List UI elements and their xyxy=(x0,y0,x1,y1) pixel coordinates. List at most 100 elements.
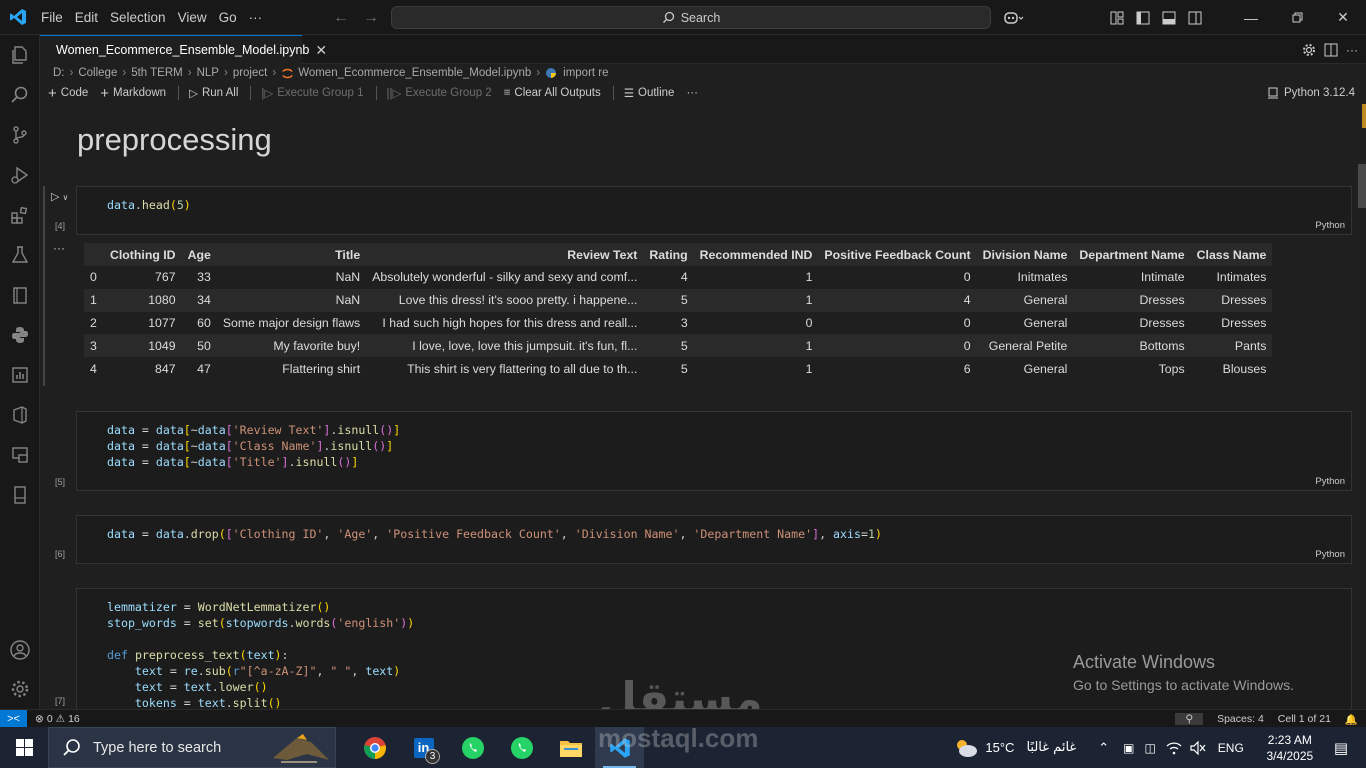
table-cell: 3 xyxy=(84,334,104,358)
add-code-cell-button[interactable]: + Code xyxy=(48,85,88,102)
outline-button[interactable]: ☰ Outline xyxy=(624,86,675,100)
remote-explorer-icon[interactable] xyxy=(0,435,40,475)
notifications-bell-icon[interactable]: 🔔 xyxy=(1345,713,1358,726)
search-view-icon[interactable] xyxy=(0,75,40,115)
taskbar-search-box[interactable]: Type here to search xyxy=(48,727,336,768)
indentation-status[interactable]: Spaces: 4 xyxy=(1217,713,1264,725)
start-button[interactable] xyxy=(0,727,48,768)
breadcrumb-term[interactable]: 5th TERM xyxy=(131,67,183,79)
device-icon[interactable] xyxy=(0,475,40,515)
zoom-icon[interactable]: ⚲ xyxy=(1175,713,1204,725)
back-arrow-icon[interactable]: ← xyxy=(333,9,349,27)
outline-icon: ☰ xyxy=(623,88,635,100)
whatsapp-app[interactable] xyxy=(448,727,497,768)
menu-view[interactable]: View xyxy=(172,0,213,35)
clear-all-outputs-label: Clear All Outputs xyxy=(514,87,601,99)
extensions-icon[interactable] xyxy=(0,195,40,235)
minimize-button[interactable]: — xyxy=(1228,0,1274,35)
menu-file[interactable]: File xyxy=(35,0,69,35)
code-cell-editor[interactable]: data.head(5) Python xyxy=(76,186,1352,235)
cell-position-status[interactable]: Cell 1 of 21 xyxy=(1278,713,1331,725)
run-all-button[interactable]: ▷ Run All xyxy=(189,86,238,100)
menu-go[interactable]: Go xyxy=(213,0,243,35)
settings-gear-icon[interactable] xyxy=(0,669,40,709)
wifi-icon[interactable] xyxy=(1166,741,1182,755)
table-cell: 0 xyxy=(963,270,971,285)
clear-all-outputs-button[interactable]: ≡ Clear All Outputs xyxy=(504,87,601,99)
notebook-settings-gear-icon[interactable] xyxy=(1302,43,1316,57)
weather-temp[interactable]: 15°C xyxy=(985,740,1014,755)
code-cell-editor[interactable]: data = data[~data['Review Text'].isnull(… xyxy=(76,411,1352,491)
menu-edit[interactable]: Edit xyxy=(69,0,104,35)
notebook-icon[interactable] xyxy=(0,275,40,315)
close-tab-icon[interactable]: ✕ xyxy=(315,42,327,59)
tab-notebook[interactable]: Women_Ecommerce_Ensemble_Model.ipynb ✕ xyxy=(40,35,327,64)
scrollbar-thumb[interactable] xyxy=(1358,164,1366,208)
run-cell-button[interactable]: ▷ ∨ xyxy=(51,190,68,203)
forward-arrow-icon[interactable]: → xyxy=(363,9,379,27)
execute-group-1-button[interactable]: |▷ Execute Group 1 xyxy=(261,86,363,100)
chrome-app[interactable] xyxy=(350,727,399,768)
remote-indicator-icon[interactable]: >< xyxy=(0,709,27,728)
problems-indicator[interactable]: ⊗ 0 ⚠ 16 xyxy=(35,713,80,725)
explorer-icon[interactable] xyxy=(0,35,40,75)
source-control-icon[interactable] xyxy=(0,115,40,155)
notification-center-icon[interactable]: ▤ xyxy=(1334,739,1348,757)
table-cell: Blouses xyxy=(1222,361,1267,376)
show-hidden-icons-chevron-icon[interactable]: ⌃ xyxy=(1098,740,1109,756)
toggle-panel-icon[interactable] xyxy=(1156,0,1182,35)
clock[interactable]: 2:23 AM 3/4/2025 xyxy=(1252,732,1328,764)
menu-selection[interactable]: Selection xyxy=(104,0,172,35)
code-cell-editor[interactable]: data = data.drop(['Clothing ID', 'Age', … xyxy=(76,515,1352,564)
folder-icon xyxy=(559,740,582,757)
toggle-secondary-sidebar-icon[interactable] xyxy=(1182,0,1208,35)
close-window-button[interactable]: ✕ xyxy=(1320,0,1366,35)
table-row: 4 847 47 Flattering shirt This shirt is … xyxy=(84,357,1272,380)
breadcrumb-symbol[interactable]: import re xyxy=(563,67,608,79)
windows-logo-icon xyxy=(15,739,33,756)
accounts-icon[interactable] xyxy=(0,630,40,670)
file-explorer-app[interactable] xyxy=(546,727,595,768)
volume-muted-icon[interactable] xyxy=(1190,740,1206,755)
menu-more[interactable]: ··· xyxy=(243,0,269,35)
kernel-picker[interactable]: Python 3.12.4 xyxy=(1267,83,1355,103)
linkedin-app[interactable]: in 3 xyxy=(399,727,448,768)
code-text: data.head(5) xyxy=(107,198,191,212)
network-device-icon[interactable]: ◫ xyxy=(1144,741,1155,755)
customize-layout-icon[interactable] xyxy=(1104,0,1130,35)
activate-windows-watermark: Activate Windows Go to Settings to activ… xyxy=(1073,652,1294,693)
editor-more-icon[interactable]: ··· xyxy=(1346,43,1358,57)
column-header: Rating xyxy=(643,243,694,266)
activate-title: Activate Windows xyxy=(1073,652,1216,672)
command-center-search[interactable]: Search xyxy=(391,6,991,29)
breadcrumb-project[interactable]: project xyxy=(233,67,268,79)
breadcrumb-drive[interactable]: D: xyxy=(53,67,65,79)
weather-cloud-icon[interactable] xyxy=(953,737,979,759)
split-editor-icon[interactable] xyxy=(1324,43,1338,57)
meet-now-icon[interactable]: ▣ xyxy=(1123,741,1134,755)
table-cell: Absolutely wonderful - silky and sexy an… xyxy=(372,270,638,285)
breadcrumb-file[interactable]: Women_Ecommerce_Ensemble_Model.ipynb xyxy=(298,67,531,79)
breadcrumb-college[interactable]: College xyxy=(78,67,117,79)
whatsapp-business-app[interactable] xyxy=(497,727,546,768)
column-header: Positive Feedback Count xyxy=(818,243,977,266)
table-cell: Pants xyxy=(1190,334,1273,358)
testing-flask-icon[interactable] xyxy=(0,235,40,275)
chart-icon[interactable] xyxy=(0,355,40,395)
input-language[interactable]: ENG xyxy=(1218,741,1244,755)
toolbar-more-button[interactable]: ··· xyxy=(686,87,698,99)
table-cell: General xyxy=(976,288,1074,312)
run-debug-icon[interactable] xyxy=(0,155,40,195)
output-more-icon[interactable]: ··· xyxy=(53,241,65,255)
weather-desc[interactable]: غائم غالبًا xyxy=(1026,740,1076,755)
breadcrumb-nlp[interactable]: NLP xyxy=(197,67,219,79)
toggle-primary-sidebar-icon[interactable] xyxy=(1130,0,1156,35)
cell-language: Python xyxy=(1315,549,1345,560)
add-markdown-cell-button[interactable]: + Markdown xyxy=(100,85,166,102)
table-cell: 1 xyxy=(805,361,813,376)
office-icon[interactable] xyxy=(0,395,40,435)
python-icon[interactable] xyxy=(0,315,40,355)
restore-button[interactable] xyxy=(1274,0,1320,35)
execute-group-2-button[interactable]: ||▷ Execute Group 2 xyxy=(387,86,492,100)
copilot-icon[interactable] xyxy=(994,0,1034,35)
